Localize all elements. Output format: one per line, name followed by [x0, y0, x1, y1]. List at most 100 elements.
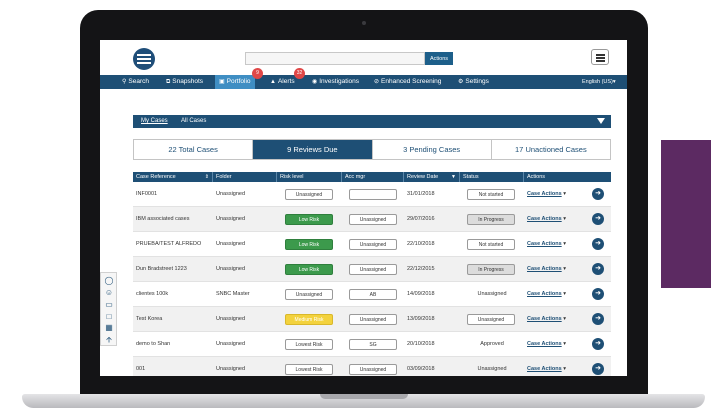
nav-enhanced-screening-label: Enhanced Screening [381, 78, 442, 85]
chevron-down-icon: ▾ [612, 79, 616, 85]
acc-mgr-field[interactable]: Unassigned [349, 314, 397, 325]
case-actions-dropdown[interactable]: Case Actions ▾ [524, 332, 586, 357]
nav-search[interactable]: ⚲ Search [122, 75, 149, 89]
go-arrow-icon[interactable]: ➜ [592, 363, 604, 375]
nav-alerts-label: Alerts [277, 78, 295, 85]
alerts-icon: ▲ [270, 79, 276, 85]
nav-portfolio[interactable]: ▣ Portfolio [215, 75, 255, 89]
up-arrow-icon[interactable]: 🡩 [104, 335, 114, 344]
nav-enhanced-screening[interactable]: ⊘ Enhanced Screening [374, 75, 441, 89]
table-row[interactable]: Test Korea Unassigned Medium Risk Unassigne… [133, 307, 611, 332]
case-reference-cell[interactable]: PRUEBA/TEST ALFREDO [133, 232, 213, 257]
case-actions-dropdown[interactable]: Case Actions ▾ [524, 307, 586, 332]
user-icon[interactable]: ☺ [104, 288, 114, 297]
acc-mgr-field[interactable]: Unassigned [349, 264, 397, 275]
sort-icon: ⇕ [204, 174, 209, 180]
summary-total-cases[interactable]: 22 Total Cases [134, 140, 254, 159]
status-badge: In Progress [467, 264, 515, 275]
case-reference-cell[interactable]: INF0001 [133, 182, 213, 207]
case-actions-dropdown[interactable]: Case Actions ▾ [524, 182, 586, 207]
case-reference-cell[interactable]: Test Korea [133, 307, 213, 332]
acc-mgr-field[interactable]: AB [349, 289, 397, 300]
go-arrow-icon[interactable]: ➜ [592, 213, 604, 225]
header-folder[interactable]: Folder [213, 172, 277, 182]
go-arrow-icon[interactable]: ➜ [592, 263, 604, 275]
document-icon[interactable]: □ [104, 312, 114, 321]
status-text: Unassigned [477, 366, 507, 372]
acc-mgr-field[interactable] [349, 189, 397, 200]
filter-icon[interactable] [597, 118, 605, 124]
acc-mgr-field[interactable]: SG [349, 339, 397, 350]
monitor-icon[interactable]: ▭ [104, 300, 114, 309]
nav-investigations-label: Investigations [319, 78, 359, 85]
laptop-base [22, 394, 705, 408]
risk-level-badge[interactable]: Low Risk [285, 214, 333, 225]
table-row[interactable]: demo to Shan Unassigned Lowest Risk SG 20/10… [133, 332, 611, 357]
risk-level-badge[interactable]: Unassigned [285, 189, 333, 200]
risk-level-badge[interactable]: Low Risk [285, 239, 333, 250]
nav-settings[interactable]: ⚙ Settings [458, 75, 489, 89]
case-summary: 22 Total Cases 9 Reviews Due 3 Pending C… [133, 139, 611, 160]
search-input[interactable] [245, 52, 425, 65]
case-actions-dropdown[interactable]: Case Actions ▾ [524, 282, 586, 307]
risk-level-badge[interactable]: Low Risk [285, 264, 333, 275]
language-selector[interactable]: English (US)▾ [582, 75, 616, 89]
table-row[interactable]: Dun Bradstreet 1223 Unassigned Low Risk Una… [133, 257, 611, 282]
go-arrow-icon[interactable]: ➜ [592, 188, 604, 200]
status-badge: Not started [467, 189, 515, 200]
header-case-reference[interactable]: Case Reference ⇕ [133, 172, 213, 182]
go-arrow-icon[interactable]: ➜ [592, 338, 604, 350]
summary-reviews-due[interactable]: 9 Reviews Due [253, 140, 373, 159]
summary-unactioned-cases[interactable]: 17 Unactioned Cases [492, 140, 610, 159]
case-reference-cell[interactable]: demo to Shan [133, 332, 213, 357]
table-row[interactable]: IBM associated cases Unassigned Low Risk Un… [133, 207, 611, 232]
header-status[interactable]: Status [460, 172, 524, 182]
case-reference-cell[interactable]: Dun Bradstreet 1223 [133, 257, 213, 282]
risk-level-badge[interactable]: Lowest Risk [285, 364, 333, 375]
nav-snapshots[interactable]: ⧉ Snapshots [166, 75, 203, 89]
chat-icon[interactable]: ◯ [104, 276, 114, 285]
review-date-cell: 20/10/2018 [407, 341, 435, 347]
risk-level-badge[interactable]: Lowest Risk [285, 339, 333, 350]
review-date-cell: 22/10/2018 [407, 241, 435, 247]
nav-investigations[interactable]: ◉ Investigations [312, 75, 359, 89]
chevron-down-icon: ▾ [563, 316, 566, 322]
case-actions-dropdown[interactable]: Case Actions ▾ [524, 257, 586, 282]
case-reference-cell[interactable]: clientes 100k [133, 282, 213, 307]
summary-pending-cases[interactable]: 3 Pending Cases [373, 140, 492, 159]
go-arrow-icon[interactable]: ➜ [592, 238, 604, 250]
go-arrow-icon[interactable]: ➜ [592, 288, 604, 300]
status-badge: In Progress [467, 214, 515, 225]
logo-icon [133, 48, 155, 70]
status-badge: Unassigned [467, 314, 515, 325]
tab-my-cases[interactable]: My Cases [141, 115, 168, 128]
risk-level-badge[interactable]: Unassigned [285, 289, 333, 300]
case-reference-cell[interactable]: 001 [133, 357, 213, 376]
case-actions-dropdown[interactable]: Case Actions ▾ [524, 232, 586, 257]
go-arrow-icon[interactable]: ➜ [592, 313, 604, 325]
case-reference-cell[interactable]: IBM associated cases [133, 207, 213, 232]
app-screen: Actions ⚲ Search ⧉ Snapshots ▣ Portfolio ▲ A… [100, 40, 627, 376]
acc-mgr-field[interactable]: Unassigned [349, 214, 397, 225]
header-risk-level[interactable]: Risk level [277, 172, 342, 182]
header-acc-mgr[interactable]: Acc mgr [342, 172, 404, 182]
risk-level-badge[interactable]: Medium Risk [285, 314, 333, 325]
header-review-date[interactable]: Review Date ▼ [404, 172, 460, 182]
acc-mgr-field[interactable]: Unassigned [349, 364, 397, 375]
book-icon[interactable]: ▦ [104, 323, 114, 332]
table-row[interactable]: 001 Unassigned Lowest Risk Unassigned 03/09/… [133, 357, 611, 376]
case-actions-dropdown[interactable]: Case Actions ▾ [524, 357, 586, 376]
tab-all-cases[interactable]: All Cases [181, 115, 206, 128]
search-actions-button[interactable]: Actions [425, 52, 453, 65]
case-actions-dropdown[interactable]: Case Actions ▾ [524, 207, 586, 232]
case-actions-label: Case Actions [527, 191, 562, 197]
status-text: Unassigned [477, 291, 507, 297]
acc-mgr-field[interactable]: Unassigned [349, 239, 397, 250]
menu-icon[interactable] [591, 49, 609, 65]
table-row[interactable]: INF0001 Unassigned Unassigned 31/01/2018 Not… [133, 182, 611, 207]
table-row[interactable]: PRUEBA/TEST ALFREDO Unassigned Low Risk Una… [133, 232, 611, 257]
side-dock: ◯ ☺ ▭ □ ▦ 🡩 [100, 272, 117, 346]
nav-alerts[interactable]: ▲ Alerts [270, 75, 295, 89]
table-row[interactable]: clientes 100k SNBC Master Unassigned AB 14/0… [133, 282, 611, 307]
review-date-cell: 14/09/2018 [407, 291, 435, 297]
